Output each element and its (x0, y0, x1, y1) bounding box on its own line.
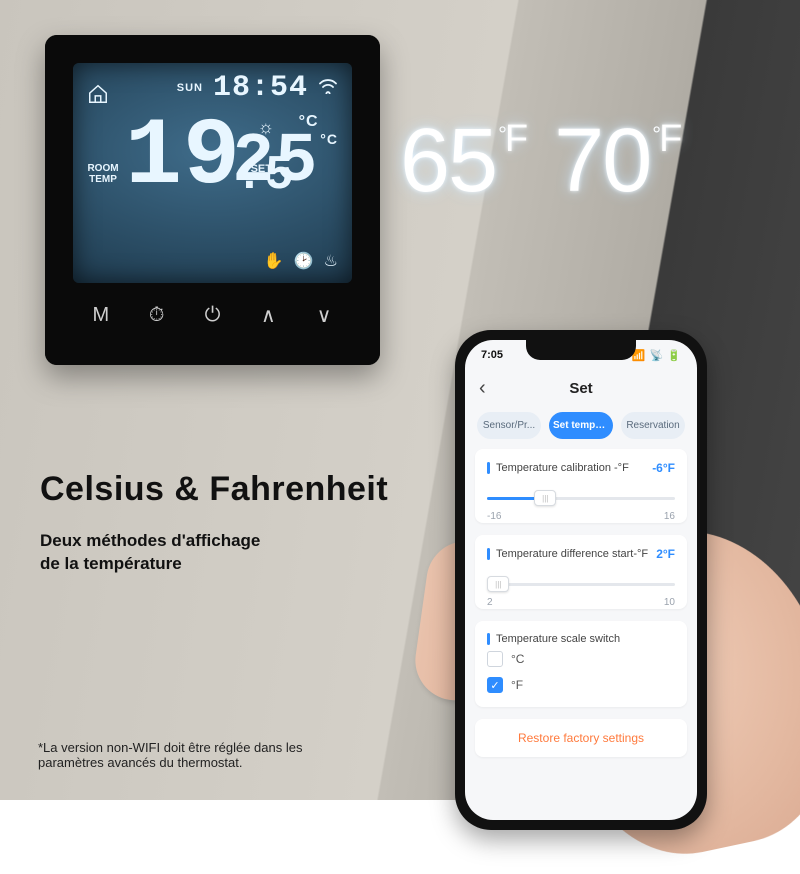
lcd-mode-icons: ✋ 🕑 ♨ (264, 251, 338, 271)
diff-value: 2°F (656, 547, 675, 561)
power-button[interactable]: ⏻ (192, 304, 232, 327)
fahrenheit-overlay: 65°F 70°F (400, 110, 680, 213)
calibration-value: -6°F (652, 461, 675, 475)
diff-slider[interactable]: ||| 210 (487, 573, 675, 595)
tab-reservation[interactable]: Reservation (621, 412, 685, 439)
card-diff-start: Temperature difference start-°F 2°F ||| … (475, 535, 687, 609)
check-fahrenheit[interactable]: ✓°F (487, 677, 675, 693)
wifi-icon (318, 78, 338, 99)
manual-icon: ✋ (264, 251, 284, 271)
disclaimer: *La version non-WIFI doit être réglée da… (38, 740, 302, 770)
room-temp-label: ROOM TEMP (83, 163, 123, 185)
wifi-status-icon: 📡 (650, 350, 664, 362)
diff-label: Temperature difference start-°F (487, 548, 648, 560)
home-icon (87, 83, 109, 111)
big-temp-1: 65°F (400, 110, 526, 213)
touch-button-bar: M ⏱ ⏻ ∧ ∨ (73, 303, 352, 328)
nav-title: Set (569, 380, 592, 397)
tab-sensor[interactable]: Sensor/Pr... (477, 412, 541, 439)
nav-bar: ‹ Set (465, 370, 697, 406)
thermostat-device: SUN 18:54 ROOM TEMP 19 .5 °C ☼ SET 25 °C (45, 35, 380, 365)
schedule-button[interactable]: ⏱ (137, 304, 177, 327)
slider-thumb[interactable]: ||| (534, 490, 556, 506)
calibration-slider[interactable]: ||| -1616 (487, 487, 675, 509)
phone-notch (526, 338, 636, 360)
calibration-label: Temperature calibration -°F (487, 462, 629, 474)
heat-icon: ♨ (324, 251, 338, 271)
product-scene: SUN 18:54 ROOM TEMP 19 .5 °C ☼ SET 25 °C (0, 0, 800, 800)
phone-in-hand: 7:05 📶📡🔋 ‹ Set Sensor/Pr... Set tempe...… (435, 330, 785, 790)
down-button[interactable]: ∨ (304, 303, 344, 328)
scale-label: Temperature scale switch (487, 633, 620, 645)
slider-thumb[interactable]: ||| (487, 576, 509, 592)
mode-button[interactable]: M (81, 304, 121, 327)
status-icons: 📶📡🔋 (628, 349, 681, 362)
phone-screen: 7:05 📶📡🔋 ‹ Set Sensor/Pr... Set tempe...… (465, 340, 697, 820)
tab-pills: Sensor/Pr... Set tempe... Reservation (465, 406, 697, 449)
subheadline: Deux méthodes d'affichagede la températu… (40, 530, 260, 576)
card-scale-switch: Temperature scale switch °C ✓°F (475, 621, 687, 707)
clock-icon: 🕑 (294, 251, 314, 271)
headline: Celsius & Fahrenheit (40, 470, 388, 509)
lcd-day: SUN (177, 82, 203, 94)
back-button[interactable]: ‹ (479, 377, 486, 400)
restore-factory-button[interactable]: Restore factory settings (475, 719, 687, 757)
big-temp-2: 70°F (554, 110, 680, 213)
set-temp-value: 25 °C (232, 123, 338, 202)
check-celsius[interactable]: °C (487, 651, 675, 667)
card-calibration: Temperature calibration -°F -6°F ||| -16… (475, 449, 687, 523)
phone-frame: 7:05 📶📡🔋 ‹ Set Sensor/Pr... Set tempe...… (455, 330, 707, 830)
status-time: 7:05 (481, 349, 503, 361)
up-button[interactable]: ∧ (248, 303, 288, 328)
thermostat-lcd: SUN 18:54 ROOM TEMP 19 .5 °C ☼ SET 25 °C (73, 63, 352, 283)
lcd-clock: 18:54 (213, 71, 308, 105)
tab-set-temp[interactable]: Set tempe... (549, 412, 613, 439)
battery-icon: 🔋 (667, 350, 681, 362)
